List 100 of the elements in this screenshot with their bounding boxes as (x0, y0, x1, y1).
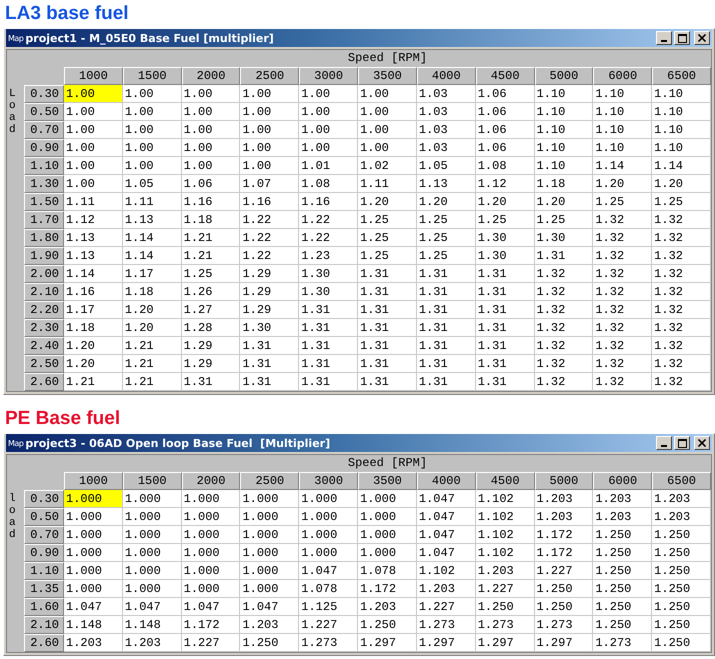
table-cell[interactable]: 1.10 (593, 85, 652, 103)
table-cell[interactable]: 1.203 (534, 508, 594, 526)
table-cell[interactable]: 1.21 (64, 373, 123, 391)
table-cell[interactable]: 1.203 (122, 634, 182, 652)
table-cell[interactable]: 1.31 (416, 301, 476, 319)
column-header[interactable]: 6500 (652, 67, 711, 85)
table-cell[interactable]: 1.22 (299, 211, 358, 229)
table-cell[interactable]: 1.00 (64, 157, 123, 175)
table-cell[interactable]: 1.22 (240, 229, 300, 247)
row-header[interactable]: 0.70 (24, 526, 64, 544)
row-header[interactable]: 1.60 (24, 598, 64, 616)
row-header[interactable]: 0.50 (24, 103, 64, 121)
row-header[interactable]: 2.40 (24, 337, 64, 355)
table-cell[interactable]: 1.29 (240, 265, 300, 283)
table-cell[interactable]: 1.03 (416, 103, 476, 121)
column-header[interactable]: 4500 (476, 472, 535, 490)
table-cell[interactable]: 1.250 (652, 562, 711, 580)
table-cell[interactable]: 1.11 (64, 193, 123, 211)
row-header[interactable]: 0.70 (24, 121, 64, 139)
table-cell[interactable]: 1.000 (122, 562, 182, 580)
table-cell[interactable]: 1.31 (416, 283, 476, 301)
table-cell[interactable]: 1.21 (122, 355, 182, 373)
table-cell[interactable]: 1.203 (534, 490, 594, 508)
table-cell[interactable]: 1.000 (240, 490, 300, 508)
table-cell[interactable]: 1.047 (64, 598, 123, 616)
table-cell[interactable]: 1.31 (240, 355, 300, 373)
table-cell[interactable]: 1.227 (299, 616, 358, 634)
table-cell[interactable]: 1.148 (64, 616, 123, 634)
table-cell[interactable]: 1.20 (593, 175, 652, 193)
table-cell[interactable]: 1.047 (416, 490, 476, 508)
table-cell[interactable]: 1.102 (476, 544, 535, 562)
table-cell[interactable]: 1.000 (64, 526, 123, 544)
row-header[interactable]: 0.30 (24, 490, 64, 508)
table-cell[interactable]: 1.172 (182, 616, 240, 634)
table-cell[interactable]: 1.00 (64, 175, 123, 193)
table-cell[interactable]: 1.22 (240, 247, 300, 265)
table-cell[interactable]: 1.32 (652, 337, 711, 355)
column-header[interactable]: 5000 (534, 472, 594, 490)
table-cell[interactable]: 1.21 (122, 337, 182, 355)
table-cell[interactable]: 1.000 (122, 508, 182, 526)
column-header[interactable]: 3500 (358, 67, 417, 85)
table-cell[interactable]: 1.00 (358, 121, 417, 139)
table-cell[interactable]: 1.148 (122, 616, 182, 634)
table-cell[interactable]: 1.20 (534, 193, 594, 211)
column-header[interactable]: 1000 (64, 67, 123, 85)
table-cell[interactable]: 1.18 (122, 283, 182, 301)
table-cell[interactable]: 1.20 (64, 337, 123, 355)
column-header[interactable]: 6500 (652, 472, 711, 490)
row-header[interactable]: 1.35 (24, 580, 64, 598)
table-cell[interactable]: 1.273 (476, 616, 535, 634)
table-cell[interactable]: 1.05 (416, 157, 476, 175)
table-cell[interactable]: 1.30 (299, 265, 358, 283)
table-cell[interactable]: 1.32 (593, 373, 652, 391)
table-cell[interactable]: 1.31 (358, 355, 417, 373)
table-cell[interactable]: 1.03 (416, 121, 476, 139)
table-cell[interactable]: 1.06 (182, 175, 240, 193)
table-cell[interactable]: 1.25 (358, 229, 417, 247)
table-cell[interactable]: 1.00 (358, 139, 417, 157)
table-cell[interactable]: 1.32 (593, 337, 652, 355)
table-cell[interactable]: 1.21 (182, 247, 240, 265)
table-cell[interactable]: 1.31 (416, 373, 476, 391)
table-cell[interactable]: 1.102 (476, 526, 535, 544)
table-cell[interactable]: 1.000 (182, 526, 240, 544)
table-cell[interactable]: 1.250 (593, 526, 652, 544)
table-cell[interactable]: 1.273 (299, 634, 358, 652)
table-cell[interactable]: 1.32 (534, 265, 594, 283)
table-cell[interactable]: 1.31 (476, 373, 535, 391)
table-cell[interactable]: 1.01 (299, 157, 358, 175)
table-cell[interactable]: 1.32 (593, 283, 652, 301)
table-cell[interactable]: 1.32 (534, 301, 594, 319)
table-cell[interactable]: 1.000 (358, 544, 417, 562)
table-cell[interactable]: 1.03 (416, 85, 476, 103)
table-cell[interactable]: 1.31 (358, 283, 417, 301)
table-cell[interactable]: 1.227 (416, 598, 476, 616)
table-cell[interactable]: 1.30 (476, 247, 535, 265)
table-cell[interactable]: 1.250 (534, 598, 594, 616)
table-cell[interactable]: 1.000 (299, 490, 358, 508)
table-cell[interactable]: 1.20 (64, 355, 123, 373)
table-cell[interactable]: 1.102 (476, 508, 535, 526)
column-header[interactable]: 1500 (122, 472, 182, 490)
table-cell[interactable]: 1.08 (476, 157, 535, 175)
table-cell[interactable]: 1.250 (358, 616, 417, 634)
table-cell[interactable]: 1.00 (122, 121, 182, 139)
column-header[interactable]: 1500 (122, 67, 182, 85)
table-cell[interactable]: 1.21 (182, 229, 240, 247)
table-cell[interactable]: 1.25 (416, 211, 476, 229)
table-cell[interactable]: 1.03 (416, 139, 476, 157)
table-cell[interactable]: 1.047 (416, 508, 476, 526)
table-cell[interactable]: 1.02 (358, 157, 417, 175)
table-cell[interactable]: 1.23 (299, 247, 358, 265)
table-cell[interactable]: 1.31 (476, 355, 535, 373)
table-cell[interactable]: 1.000 (299, 544, 358, 562)
table-cell[interactable]: 1.06 (476, 139, 535, 157)
table-cell[interactable]: 1.078 (299, 580, 358, 598)
table-cell[interactable]: 1.00 (240, 157, 300, 175)
row-header[interactable]: 1.10 (24, 157, 64, 175)
row-header[interactable]: 1.80 (24, 229, 64, 247)
table-cell[interactable]: 1.32 (534, 283, 594, 301)
table-cell[interactable]: 1.00 (240, 121, 300, 139)
table-cell[interactable]: 1.10 (652, 121, 711, 139)
